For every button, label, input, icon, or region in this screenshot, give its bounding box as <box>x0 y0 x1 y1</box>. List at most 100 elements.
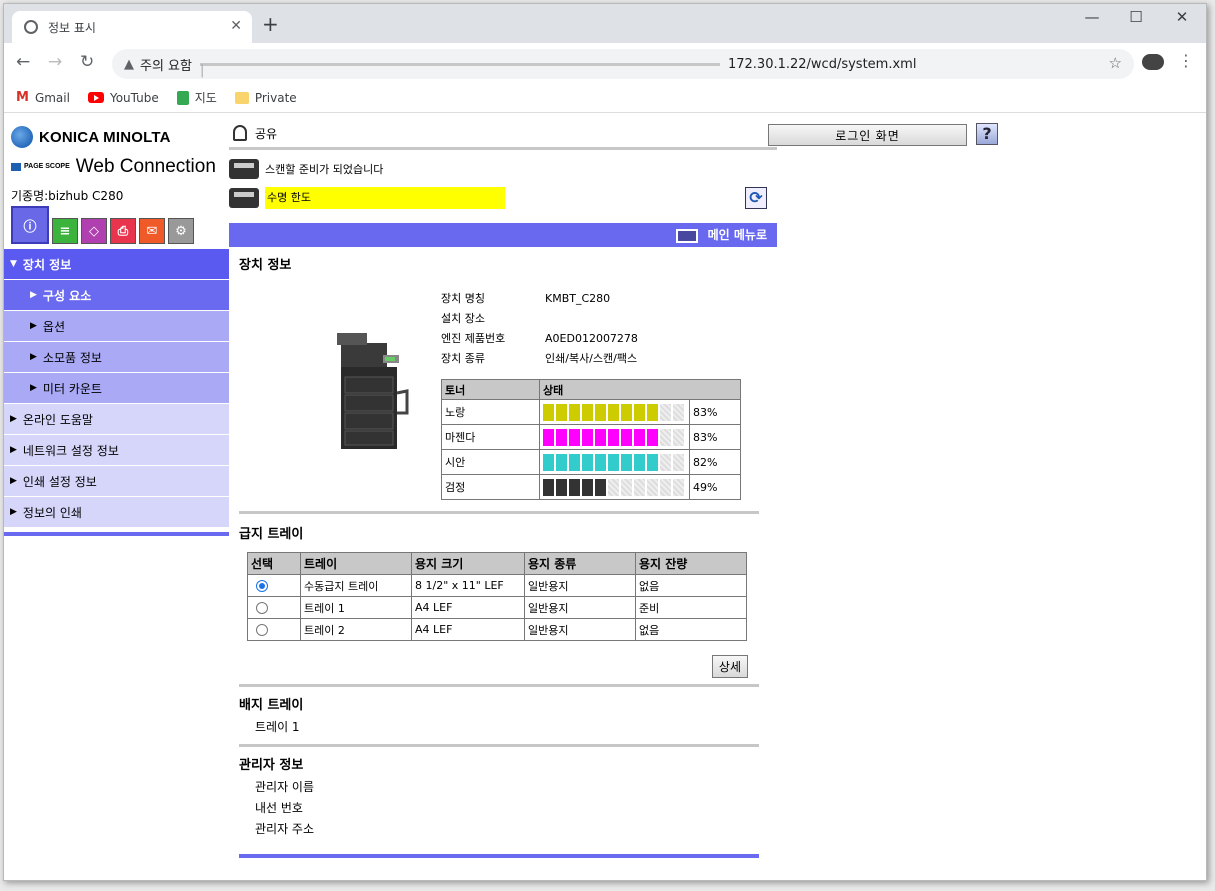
reload-icon[interactable]: ↻ <box>80 52 94 72</box>
paper-size: 8 1/2" x 11" LEF <box>411 574 525 597</box>
sidebar-item-print-info[interactable]: ▶ 정보의 인쇄 <box>4 497 229 528</box>
sidebar-item-meter-count[interactable]: ▶ 미터 카운트 <box>4 373 229 404</box>
globe-icon <box>24 20 38 34</box>
refresh-icon[interactable]: ⟳ <box>745 187 767 209</box>
model-name: 기종명:bizhub C280 <box>11 189 124 203</box>
device-field-row: 엔진 제품번호 A0ED012007278 <box>441 329 638 349</box>
col-header: 용지 잔량 <box>635 552 747 575</box>
toner-segment <box>660 403 671 421</box>
col-header: 트레이 <box>300 552 412 575</box>
back-icon[interactable]: ← <box>16 52 30 72</box>
settings-tab-icon[interactable]: ⚙ <box>168 218 194 244</box>
login-button[interactable]: 로그인 화면 <box>768 124 967 146</box>
bookmark-youtube[interactable]: YouTube <box>87 90 159 105</box>
toner-segment <box>621 403 632 421</box>
bookmark-private[interactable]: Private <box>234 91 297 105</box>
pagescope-mark: PAGE SCOPE <box>11 163 70 171</box>
new-tab-button[interactable]: + <box>262 12 279 36</box>
minimize-icon[interactable]: — <box>1072 8 1112 26</box>
paper-type: 일반용지 <box>524 596 636 619</box>
toner-segment <box>647 453 658 471</box>
print-tab-icon[interactable]: ⎙ <box>110 218 136 244</box>
status-header: 상태 <box>539 379 741 400</box>
toner-segment <box>543 428 554 446</box>
detail-button[interactable]: 상세 <box>711 655 748 678</box>
extension-icon[interactable] <box>1142 54 1164 70</box>
sidebar-item-components[interactable]: ▶ 구성 요소 <box>4 280 229 311</box>
output-tray: 트레이 1 <box>255 720 300 734</box>
sidebar-item-label: 정보의 인쇄 <box>22 505 82 520</box>
toner-table: 토너 상태 노랑 83% 마젠다 83% 시안 82% 검정 49% <box>441 379 741 500</box>
box-tab-icon[interactable]: ◇ <box>81 218 107 244</box>
tab-close-icon[interactable]: ✕ <box>230 18 242 34</box>
sidebar-item-online-help[interactable]: ▶ 온라인 도움말 <box>4 404 229 435</box>
toner-segment <box>673 428 684 446</box>
toner-segment <box>647 478 658 496</box>
main-content: 장치 정보 장치 명칭 KMBT_C280 설치 장소 엔진 제품번호 A0ED… <box>239 249 764 858</box>
tab-bar: 정보 표시 ✕ + — ☐ ✕ <box>4 4 1206 43</box>
toner-row: 검정 49% <box>441 474 741 500</box>
url-warning: 주의 요함 <box>140 58 192 74</box>
paper-remain: 준비 <box>635 596 747 619</box>
toner-row: 마젠다 83% <box>441 424 741 450</box>
content-bottom-bar <box>239 854 759 858</box>
tab-active[interactable]: 정보 표시 ✕ <box>12 11 252 43</box>
col-header: 선택 <box>247 552 301 575</box>
toner-level-bar <box>543 453 686 472</box>
toner-segment <box>621 428 632 446</box>
address-bar[interactable]: ▲ 주의 요함 | 172.30.1.22/wcd/system.xml ☆ <box>112 49 1134 79</box>
bookmark-gmail[interactable]: M Gmail <box>16 90 70 105</box>
field-key: 장치 명칭 <box>441 292 485 305</box>
main-menu-bar[interactable]: 메인 메뉴로 <box>229 223 777 247</box>
bookmark-maps[interactable]: 지도 <box>176 89 217 106</box>
forward-icon[interactable]: → <box>48 52 62 72</box>
bookmark-star-icon[interactable]: ☆ <box>1109 54 1122 72</box>
toner-segment <box>582 453 593 471</box>
toner-segment <box>569 428 580 446</box>
table-row: 트레이 1 A4 LEF 일반용지 준비 <box>247 596 747 619</box>
help-icon[interactable]: ? <box>976 123 998 145</box>
sidebar-item-options[interactable]: ▶ 옵션 <box>4 311 229 342</box>
field-value: 인쇄/복사/스캔/팩스 <box>545 352 638 365</box>
url-text: 172.30.1.22/wcd/system.xml <box>727 56 917 72</box>
brand-orb-icon <box>11 126 33 148</box>
sidebar-item-consumables[interactable]: ▶ 소모품 정보 <box>4 342 229 373</box>
admin-name-label: 관리자 이름 <box>255 780 315 794</box>
job-tab-icon[interactable]: ≡ <box>52 218 78 244</box>
sidebar-item-device-info[interactable]: ▼ 장치 정보 <box>4 249 229 280</box>
field-value: A0ED012007278 <box>545 332 638 345</box>
toner-segment <box>556 478 567 496</box>
konica-minolta-logo: KONICA MINOLTA <box>11 126 171 148</box>
bookmarks-bar: M Gmail YouTube 지도 Private <box>4 83 1206 113</box>
kebab-menu-icon[interactable]: ⋮ <box>1178 51 1194 70</box>
field-key: 설치 장소 <box>441 312 485 325</box>
sidebar-item-network-settings[interactable]: ▶ 네트워크 설정 정보 <box>4 435 229 466</box>
user-name: 공유 <box>255 126 278 141</box>
tray-radio[interactable] <box>256 602 268 614</box>
toner-row: 시안 82% <box>441 449 741 475</box>
toner-segment <box>608 428 619 446</box>
device-info-tab-icon[interactable]: ⓘ <box>11 206 49 244</box>
printer-icon <box>229 159 259 179</box>
toner-level-bar <box>543 428 686 447</box>
sidebar-item-label: 장치 정보 <box>22 257 72 272</box>
toner-level-bar <box>543 403 686 422</box>
col-header: 용지 크기 <box>411 552 525 575</box>
maximize-icon[interactable]: ☐ <box>1116 8 1156 26</box>
close-window-icon[interactable]: ✕ <box>1162 8 1202 26</box>
divider <box>229 147 777 150</box>
toner-segment <box>660 453 671 471</box>
bookmark-label: YouTube <box>109 90 159 105</box>
tray-radio[interactable] <box>256 624 268 636</box>
table-row: 수동급지 트레이 8 1/2" x 11" LEF 일반용지 없음 <box>247 574 747 597</box>
toner-segment <box>673 403 684 421</box>
fax-tab-icon[interactable]: ✉ <box>139 218 165 244</box>
section-title: 급지 트레이 <box>239 527 304 542</box>
warning-status: 수명 한도 <box>229 187 505 209</box>
tray-radio[interactable] <box>256 580 268 592</box>
section-title: 관리자 정보 <box>239 758 304 773</box>
toner-segment <box>556 428 567 446</box>
sidebar-item-label: 구성 요소 <box>42 288 92 303</box>
toner-header: 토너 <box>441 379 540 400</box>
sidebar-item-print-settings[interactable]: ▶ 인쇄 설정 정보 <box>4 466 229 497</box>
